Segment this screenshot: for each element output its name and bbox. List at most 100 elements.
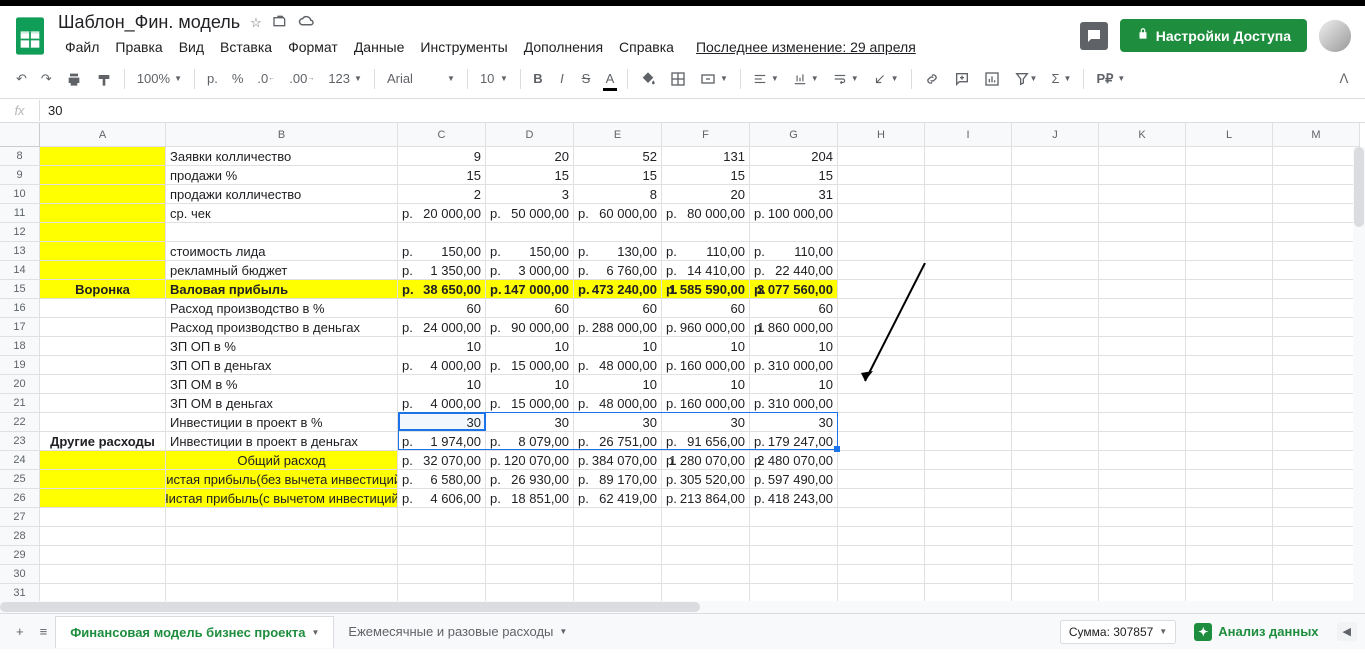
cell-G28[interactable] [750,527,838,546]
cell-G9[interactable]: 15 [750,166,838,185]
cell-I8[interactable] [925,147,1012,166]
cell-J26[interactable] [1012,489,1099,508]
col-header-J[interactable]: J [1012,123,1099,147]
scroll-left-icon[interactable]: ◀ [1337,622,1357,641]
cell-D18[interactable]: 10 [486,337,574,356]
cell-A23[interactable]: Другие расходы [40,432,166,451]
cell-I25[interactable] [925,470,1012,489]
cell-K17[interactable] [1099,318,1186,337]
comment-icon[interactable] [1080,22,1108,50]
cell-J19[interactable] [1012,356,1099,375]
cell-J18[interactable] [1012,337,1099,356]
cell-J8[interactable] [1012,147,1099,166]
cell-B23[interactable]: Инвестиции в проект в деньгах [166,432,398,451]
cell-K26[interactable] [1099,489,1186,508]
cell-I27[interactable] [925,508,1012,527]
cell-D25[interactable]: р.26 930,00 [486,470,574,489]
cell-I29[interactable] [925,546,1012,565]
cell-L19[interactable] [1186,356,1273,375]
cell-L22[interactable] [1186,413,1273,432]
number-format-select[interactable]: 123▼ [322,67,368,90]
cell-K11[interactable] [1099,204,1186,223]
cell-I10[interactable] [925,185,1012,204]
cell-F19[interactable]: р.160 000,00 [662,356,750,375]
star-icon[interactable]: ☆ [250,15,262,31]
cell-A11[interactable] [40,204,166,223]
menu-help[interactable]: Справка [612,35,681,59]
cell-F20[interactable]: 10 [662,375,750,394]
cell-I11[interactable] [925,204,1012,223]
cell-M16[interactable] [1273,299,1360,318]
cell-F9[interactable]: 15 [662,166,750,185]
cell-I24[interactable] [925,451,1012,470]
analyze-button[interactable]: ✦ Анализ данных [1186,618,1326,646]
cell-J29[interactable] [1012,546,1099,565]
cell-I18[interactable] [925,337,1012,356]
text-wrap-icon[interactable]: ▼ [827,68,865,90]
cell-D17[interactable]: р.90 000,00 [486,318,574,337]
cell-G26[interactable]: р.418 243,00 [750,489,838,508]
cell-J11[interactable] [1012,204,1099,223]
cell-K10[interactable] [1099,185,1186,204]
cell-B13[interactable]: стоимость лида [166,242,398,261]
cell-C28[interactable] [398,527,486,546]
cell-K30[interactable] [1099,565,1186,584]
doc-title[interactable]: Шаблон_Фин. модель [58,12,240,33]
cell-J13[interactable] [1012,242,1099,261]
cell-D19[interactable]: р.15 000,00 [486,356,574,375]
cell-K21[interactable] [1099,394,1186,413]
cell-K22[interactable] [1099,413,1186,432]
cell-B9[interactable]: продажи % [166,166,398,185]
cell-A30[interactable] [40,565,166,584]
menu-insert[interactable]: Вставка [213,35,279,59]
col-header-M[interactable]: M [1273,123,1360,147]
cell-C20[interactable]: 10 [398,375,486,394]
all-sheets-icon[interactable]: ≡ [32,618,56,645]
cell-C17[interactable]: р.24 000,00 [398,318,486,337]
cell-L26[interactable] [1186,489,1273,508]
cell-C29[interactable] [398,546,486,565]
cell-D23[interactable]: р.8 079,00 [486,432,574,451]
cell-C19[interactable]: р.4 000,00 [398,356,486,375]
cell-E13[interactable]: р.130,00 [574,242,662,261]
cell-C10[interactable]: 2 [398,185,486,204]
cell-L18[interactable] [1186,337,1273,356]
cell-E14[interactable]: р.6 760,00 [574,261,662,280]
row-header-13[interactable]: 13 [0,242,40,261]
cell-J15[interactable] [1012,280,1099,299]
cell-K27[interactable] [1099,508,1186,527]
cell-F10[interactable]: 20 [662,185,750,204]
cell-A15[interactable]: Воронка [40,280,166,299]
cell-E11[interactable]: р.60 000,00 [574,204,662,223]
cell-M29[interactable] [1273,546,1360,565]
cell-L23[interactable] [1186,432,1273,451]
cell-J9[interactable] [1012,166,1099,185]
cell-K16[interactable] [1099,299,1186,318]
cell-C11[interactable]: р.20 000,00 [398,204,486,223]
cell-E21[interactable]: р.48 000,00 [574,394,662,413]
row-header-17[interactable]: 17 [0,318,40,337]
row-header-22[interactable]: 22 [0,413,40,432]
cell-A22[interactable] [40,413,166,432]
cell-E16[interactable]: 60 [574,299,662,318]
row-header-30[interactable]: 30 [0,565,40,584]
cell-A8[interactable] [40,147,166,166]
sum-box[interactable]: Сумма: 307857▼ [1060,620,1176,644]
print-icon[interactable] [60,66,88,92]
cell-H12[interactable] [838,223,925,242]
cell-D14[interactable]: р.3 000,00 [486,261,574,280]
cell-K19[interactable] [1099,356,1186,375]
cell-E17[interactable]: р.288 000,00 [574,318,662,337]
cell-K23[interactable] [1099,432,1186,451]
cell-C30[interactable] [398,565,486,584]
cell-C14[interactable]: р.1 350,00 [398,261,486,280]
cell-A21[interactable] [40,394,166,413]
format-percent-icon[interactable]: % [226,66,250,92]
borders-icon[interactable] [664,66,692,92]
insert-link-icon[interactable] [918,66,946,92]
cell-G13[interactable]: р.110,00 [750,242,838,261]
cell-H18[interactable] [838,337,925,356]
cell-B8[interactable]: Заявки колличество [166,147,398,166]
cell-A25[interactable] [40,470,166,489]
cell-B26[interactable]: Чистая прибыль(с вычетом инвестиций) [166,489,398,508]
